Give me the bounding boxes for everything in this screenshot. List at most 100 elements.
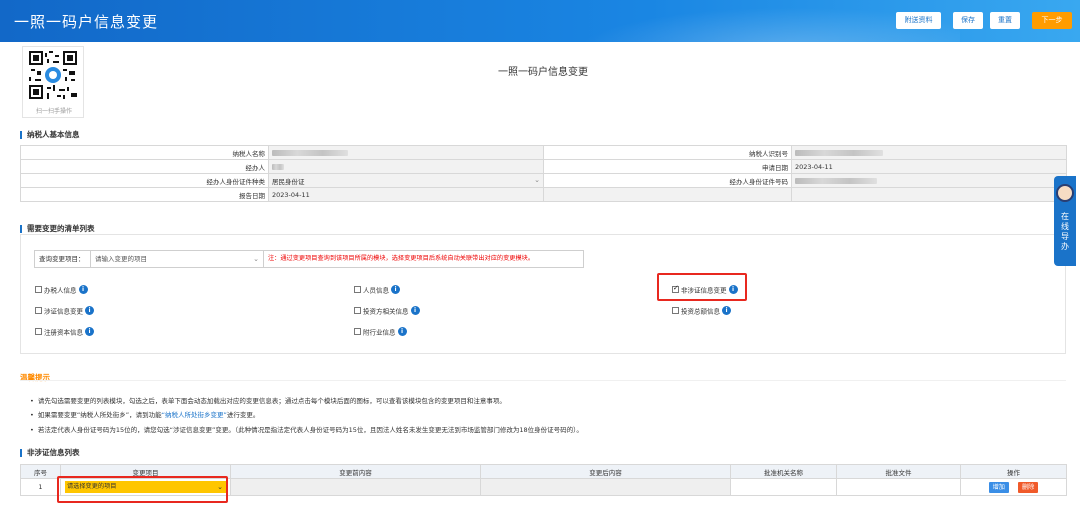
street-change-link[interactable]: “纳税人所处街乡变更”	[162, 411, 227, 419]
col-actions: 操作	[960, 464, 1067, 479]
id-type-label: 经办人身份证件种类	[20, 173, 269, 188]
info-icon[interactable]: i	[397, 327, 407, 336]
id-number-label: 经办人身份证件号码	[543, 173, 792, 188]
col-before: 变更前内容	[230, 464, 481, 479]
id-number-value	[791, 173, 1067, 188]
checkbox-taxhandler-info[interactable]: 办税人信息 i	[35, 285, 88, 296]
next-step-button[interactable]: 下一步	[1032, 12, 1072, 29]
qr-code-card: 扫一扫手操作	[22, 46, 84, 118]
tip-text: 请先勾选需要变更的列表模块，勾选之后，表单下面会动态加载出对应的变更信息表；通过…	[37, 397, 506, 405]
table-row: 报告日期 2023-04-11	[20, 187, 1067, 202]
attach-materials-button[interactable]: 附送资料	[896, 12, 941, 29]
checkbox-investor-info[interactable]: 投资方相关信息 i	[354, 306, 420, 317]
query-note: 注：通过变更项目查询到该项目所属的模块，选择变更项目后系统自动关联带出对应的变更…	[268, 255, 535, 262]
checkbox-industry-info[interactable]: 附行业信息 i	[354, 327, 407, 338]
highlight-frame	[57, 476, 228, 503]
checkbox-investment-total[interactable]: 投资总额信息 i	[672, 306, 731, 317]
row-index: 1	[20, 478, 61, 496]
page-title: 一照一码户信息变更	[498, 67, 588, 78]
col-authority: 批准机关名称	[730, 464, 837, 479]
qr-caption: 扫一扫手操作	[35, 108, 72, 115]
checkbox-label: 投资总额信息	[681, 307, 720, 316]
empty-cell	[791, 187, 1067, 202]
tips-title: 温馨提示	[20, 373, 50, 382]
change-list-panel: 查询变更项目： 请输入变更的项目 ⌄ 注：通过变更项目查询到该项目所属的模块，选择…	[20, 234, 1066, 354]
info-icon[interactable]: i	[85, 306, 94, 315]
checkbox-personnel-info[interactable]: 人员信息 i	[354, 285, 400, 296]
taxpayer-id-label: 纳税人识别号	[543, 145, 792, 160]
col-index: 序号	[20, 464, 61, 479]
id-type-value: 居民身份证	[272, 177, 305, 186]
apply-date-value: 2023-04-11	[791, 159, 1067, 174]
chevron-down-icon: ⌄	[253, 255, 259, 263]
checkbox[interactable]	[354, 328, 361, 335]
table-row: 经办人 申请日期 2023-04-11	[20, 159, 1067, 174]
info-icon[interactable]: i	[391, 285, 400, 294]
save-button[interactable]: 保存	[953, 12, 983, 29]
authority-input[interactable]	[730, 478, 837, 496]
handler-value	[268, 159, 544, 174]
checkbox[interactable]	[35, 328, 42, 335]
query-label: 查询变更项目：	[35, 251, 91, 267]
handler-label: 经办人	[20, 159, 269, 174]
assistant-char: 在	[1061, 212, 1069, 221]
delete-button[interactable]: 删除	[1018, 481, 1039, 493]
highlight-frame	[657, 273, 747, 301]
app-header: 一照一码户信息变更 附送资料 保存 重置 下一步	[0, 0, 1080, 42]
before-content-cell	[230, 478, 481, 496]
assistant-char: 导	[1061, 232, 1069, 241]
redacted-value	[795, 177, 877, 184]
document-input[interactable]	[836, 478, 961, 496]
query-bar: 查询变更项目： 请输入变更的项目 ⌄ 注：通过变更项目查询到该项目所属的模块，选择…	[34, 250, 584, 268]
tips-panel: • 请先勾选需要变更的列表模块，勾选之后，表单下面会动态加载出对应的变更信息表；通…	[20, 380, 1066, 434]
after-content-cell	[480, 478, 731, 496]
col-document: 批准文件	[836, 464, 961, 479]
taxpayer-id-value	[791, 145, 1067, 160]
query-select[interactable]: 请输入变更的项目 ⌄	[92, 251, 264, 267]
info-icon[interactable]: i	[78, 285, 88, 294]
assistant-label: 在 线 导 办	[1054, 212, 1076, 252]
redacted-value	[795, 149, 883, 156]
change-list-section-title: 需要变更的清单列表	[20, 225, 95, 233]
assistant-char: 线	[1061, 222, 1069, 231]
report-date-value: 2023-04-11	[268, 187, 544, 202]
checkbox[interactable]	[35, 307, 42, 314]
checkbox-label: 办税人信息	[44, 286, 77, 295]
basic-info-table: 纳税人名称 纳税人识别号 经办人 申请日期 2023-04-11 经办人身份证件…	[20, 145, 1067, 202]
basic-info-section-title: 纳税人基本信息	[20, 131, 80, 139]
assistant-char: 办	[1061, 242, 1069, 251]
checkbox-cert-change[interactable]: 涉证信息变更 i	[35, 306, 94, 317]
redacted-value	[272, 149, 348, 156]
checkbox-label: 涉证信息变更	[44, 307, 83, 316]
non-cert-list-section-title: 非涉证信息列表	[20, 449, 80, 457]
report-date-label: 报告日期	[20, 187, 269, 202]
apply-date-label: 申请日期	[543, 159, 792, 174]
online-guide-widget[interactable]: 在 线 导 办	[1054, 176, 1076, 266]
chevron-down-icon: ⌄	[534, 175, 540, 184]
info-icon[interactable]: i	[410, 306, 420, 315]
assistant-avatar-icon	[1056, 184, 1074, 202]
checkbox-label: 投资方相关信息	[363, 307, 409, 316]
checkbox[interactable]	[35, 286, 42, 293]
checkbox[interactable]	[354, 286, 361, 293]
checkbox-label: 注册资本信息	[44, 328, 83, 337]
id-type-select[interactable]: 居民身份证 ⌄	[268, 173, 544, 188]
tip-text: 若法定代表人身份证号码为15位的，请您勾选“涉证信息变更”变更。（此种情况是指法…	[37, 426, 583, 434]
app-title: 一照一码户信息变更	[14, 13, 159, 31]
reset-button[interactable]: 重置	[990, 12, 1020, 29]
query-placeholder: 请输入变更的项目	[95, 255, 147, 263]
checkbox-registered-capital[interactable]: 注册资本信息 i	[35, 327, 94, 338]
actions-cell: 增加 删除	[960, 478, 1067, 496]
tip-text: 进行变更。	[226, 411, 260, 419]
table-row: 纳税人名称 纳税人识别号	[20, 145, 1067, 160]
tip-text: 如果需要变更“纳税人所处街乡”，请到功能	[37, 411, 162, 419]
add-button[interactable]: 增加	[988, 481, 1009, 493]
info-icon[interactable]: i	[85, 327, 94, 336]
table-row: 经办人身份证件种类 居民身份证 ⌄ 经办人身份证件号码	[20, 173, 1067, 188]
taxpayer-name-label: 纳税人名称	[20, 145, 269, 160]
tip-item: • 如果需要变更“纳税人所处街乡”，请到功能“纳税人所处街乡变更”进行变更。	[30, 411, 260, 419]
checkbox[interactable]	[354, 307, 361, 314]
checkbox-label: 附行业信息	[363, 328, 396, 337]
checkbox[interactable]	[672, 307, 679, 314]
info-icon[interactable]: i	[722, 306, 731, 315]
